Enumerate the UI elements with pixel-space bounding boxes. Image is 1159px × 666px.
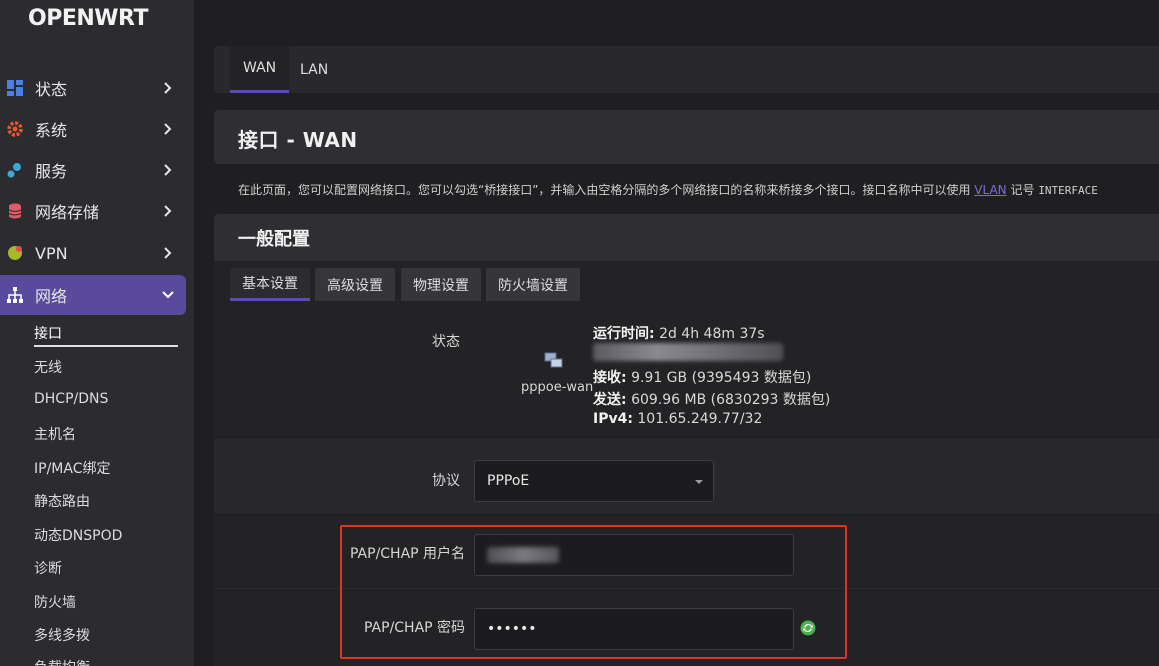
section-title: 一般配置 bbox=[238, 229, 310, 250]
sidebar-item-services[interactable]: 服务 bbox=[0, 150, 186, 190]
description-text: 在此页面，您可以配置网络接口。您可以勾选“桥接接口”，并输入由空格分隔的多个网络… bbox=[238, 183, 971, 197]
sidebar-sub-firewall[interactable]: 防火墙 bbox=[34, 592, 76, 612]
sidebar-sub-static-routes[interactable]: 静态路由 bbox=[34, 491, 90, 511]
tab-lan[interactable]: LAN bbox=[287, 46, 341, 93]
ethernet-port-icon bbox=[544, 352, 563, 368]
description-after: 记号 bbox=[1010, 183, 1035, 197]
interface-name: pppoe-wan bbox=[521, 380, 594, 395]
storage-icon bbox=[6, 202, 24, 220]
tab-wan[interactable]: WAN bbox=[230, 46, 290, 93]
status-label: 状态 bbox=[432, 334, 460, 350]
row-divider bbox=[214, 588, 1159, 589]
section-header: 一般配置 bbox=[214, 214, 1159, 261]
tab-advanced-settings[interactable]: 高级设置 bbox=[315, 268, 395, 301]
chevron-right-icon bbox=[164, 164, 172, 176]
ipv4-line: IPv4: 101.65.249.77/32 bbox=[593, 411, 762, 427]
current-sub-indicator bbox=[34, 345, 178, 347]
protocol-label: 协议 bbox=[432, 473, 460, 489]
sidebar-item-label: 网络 bbox=[35, 287, 68, 306]
chevron-right-icon bbox=[164, 82, 172, 94]
sidebar-sub-load-balance[interactable]: 负载均衡 bbox=[34, 657, 90, 666]
uptime-value: 2d 4h 48m 37s bbox=[659, 326, 765, 342]
vlan-link[interactable]: VLAN bbox=[974, 183, 1006, 197]
page-header: 接口 - WAN bbox=[214, 110, 1159, 164]
page-description: 在此页面，您可以配置网络接口。您可以勾选“桥接接口”，并输入由空格分隔的多个网络… bbox=[238, 181, 1159, 198]
sidebar-item-storage[interactable]: 网络存储 bbox=[0, 191, 186, 231]
tab-firewall-settings[interactable]: 防火墙设置 bbox=[486, 268, 580, 301]
sidebar-item-label: 状态 bbox=[35, 80, 68, 99]
brand-logo[interactable]: OPENWRT bbox=[28, 6, 149, 31]
sidebar-item-network[interactable]: 网络 bbox=[0, 275, 186, 315]
ipv4-label: IPv4: bbox=[593, 411, 633, 427]
uptime-line: 运行时间: 2d 4h 48m 37s bbox=[593, 323, 765, 343]
password-label: PAP/CHAP 密码 bbox=[364, 620, 466, 636]
uptime-label: 运行时间: bbox=[593, 326, 655, 342]
sidebar-item-label: VPN bbox=[35, 243, 68, 263]
username-label: PAP/CHAP 用户名 bbox=[350, 546, 466, 562]
sidebar-sub-diagnostics[interactable]: 诊断 bbox=[34, 558, 62, 578]
sidebar: OPENWRT 状态 系统 服务 网络存储 VPN 网络 接口 无线 DHCP/… bbox=[0, 0, 194, 666]
password-value: •••••• bbox=[487, 621, 537, 637]
protocol-select[interactable]: PPPoE bbox=[474, 460, 714, 502]
sidebar-sub-ip-mac-binding[interactable]: IP/MAC绑定 bbox=[34, 458, 110, 478]
sidebar-sub-multiwan[interactable]: 多线多拨 bbox=[34, 625, 90, 645]
chevron-down-icon bbox=[162, 291, 174, 299]
tab-basic-settings[interactable]: 基本设置 bbox=[230, 268, 310, 301]
sidebar-item-vpn[interactable]: VPN bbox=[0, 233, 186, 273]
sidebar-sub-hostnames[interactable]: 主机名 bbox=[34, 424, 76, 444]
sidebar-sub-wireless[interactable]: 无线 bbox=[34, 357, 62, 377]
gear-icon bbox=[6, 120, 24, 138]
network-icon bbox=[6, 286, 24, 304]
sidebar-item-label: 服务 bbox=[35, 162, 68, 181]
chevron-right-icon bbox=[164, 123, 172, 135]
interface-tabs: WAN LAN bbox=[214, 46, 1159, 93]
description-mono: INTERFACE bbox=[1038, 184, 1098, 197]
tx-line: 发送: 609.96 MB (6830293 数据包) bbox=[593, 389, 830, 409]
ipv4-value: 101.65.249.77/32 bbox=[637, 411, 763, 427]
main-content: WAN LAN 接口 - WAN 在此页面，您可以配置网络接口。您可以勾选“桥接… bbox=[214, 0, 1159, 666]
rx-value: 9.91 GB (9395493 数据包) bbox=[631, 370, 812, 386]
username-input[interactable] bbox=[474, 534, 794, 576]
password-input[interactable]: •••••• bbox=[474, 608, 794, 650]
redacted-username bbox=[487, 547, 559, 563]
chevron-right-icon bbox=[164, 205, 172, 217]
services-icon bbox=[6, 161, 24, 179]
rx-line: 接收: 9.91 GB (9395493 数据包) bbox=[593, 367, 811, 387]
tx-value: 609.96 MB (6830293 数据包) bbox=[631, 392, 831, 408]
sidebar-item-label: 网络存储 bbox=[35, 203, 100, 222]
sidebar-item-system[interactable]: 系统 bbox=[0, 109, 186, 149]
sidebar-item-status[interactable]: 状态 bbox=[0, 68, 186, 108]
sidebar-sub-dhcp-dns[interactable]: DHCP/DNS bbox=[34, 391, 108, 407]
rx-label: 接收: bbox=[593, 370, 627, 386]
caret-down-icon bbox=[695, 480, 703, 484]
redacted-mac bbox=[593, 343, 783, 361]
refresh-reveal-icon[interactable] bbox=[799, 619, 817, 637]
chevron-right-icon bbox=[164, 247, 172, 259]
page-title: 接口 - WAN bbox=[238, 128, 358, 152]
dashboard-icon bbox=[6, 79, 24, 97]
sidebar-sub-dnspod[interactable]: 动态DNSPOD bbox=[34, 525, 122, 545]
sidebar-sub-interfaces[interactable]: 接口 bbox=[34, 323, 62, 343]
protocol-value: PPPoE bbox=[487, 473, 530, 489]
sidebar-item-label: 系统 bbox=[35, 121, 68, 140]
vpn-icon bbox=[6, 244, 24, 262]
tab-physical-settings[interactable]: 物理设置 bbox=[401, 268, 481, 301]
tx-label: 发送: bbox=[593, 392, 627, 408]
